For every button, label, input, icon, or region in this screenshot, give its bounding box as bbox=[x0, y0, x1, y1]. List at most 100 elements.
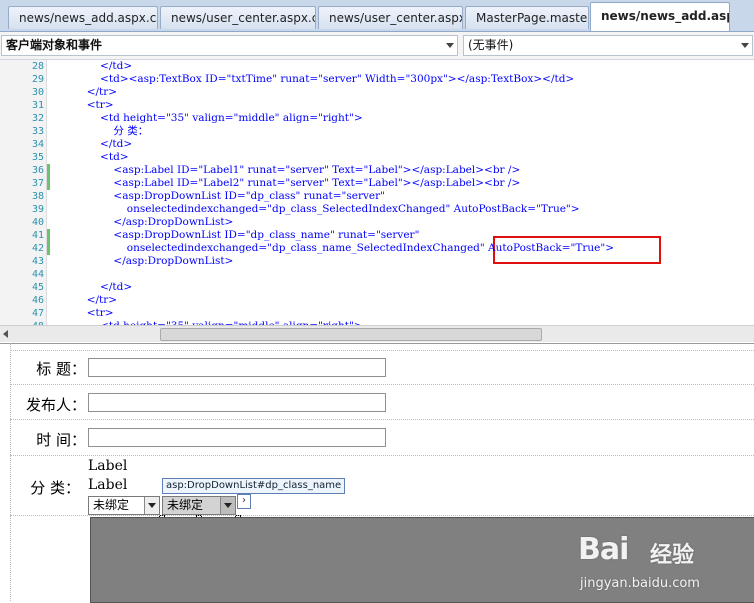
code-line[interactable]: 28 </td> bbox=[0, 60, 754, 73]
change-marker bbox=[47, 177, 50, 190]
baidu-logo-suffix: 经验 bbox=[650, 543, 695, 568]
navigation-bar: 客户端对象和事件 (无事件) bbox=[0, 32, 754, 60]
row-divider bbox=[10, 419, 754, 420]
code-text: <td><asp:TextBox ID="txtTime" runat="ser… bbox=[60, 73, 575, 85]
code-line[interactable]: 30 </tr> bbox=[0, 86, 754, 99]
code-line[interactable]: 37 <asp:Label ID="Label2" runat="server"… bbox=[0, 177, 754, 190]
code-editor[interactable]: 28 </td> 29 <td><asp:TextBox ID="txtTime"… bbox=[0, 60, 754, 325]
line-number: 42 bbox=[31, 243, 44, 254]
line-number: 31 bbox=[31, 100, 44, 111]
title-input[interactable] bbox=[88, 358, 386, 377]
time-input[interactable] bbox=[88, 428, 386, 447]
scrollbar-thumb[interactable] bbox=[160, 328, 542, 341]
line-number: 33 bbox=[31, 126, 44, 137]
code-line[interactable]: 41 <asp:DropDownList ID="dp_class_name" … bbox=[0, 229, 754, 242]
code-text: </td> bbox=[60, 138, 133, 150]
code-text: <asp:Label ID="Label2" runat="server" Te… bbox=[60, 177, 521, 189]
row-divider bbox=[10, 384, 754, 385]
category-label: 分 类： bbox=[30, 479, 80, 497]
code-line[interactable]: 29 <td><asp:TextBox ID="txtTime" runat="… bbox=[0, 73, 754, 86]
code-text: <td height="35" valign="middle" align="r… bbox=[60, 112, 363, 124]
code-line[interactable]: 47 <tr> bbox=[0, 307, 754, 320]
dp-class-name-dropdown[interactable]: 未绑定 bbox=[162, 496, 236, 515]
line-number: 34 bbox=[31, 139, 44, 150]
row-divider bbox=[10, 515, 754, 516]
client-objects-value: 客户端对象和事件 bbox=[6, 38, 103, 52]
code-line[interactable]: 34 </td> bbox=[0, 138, 754, 151]
line-number: 30 bbox=[31, 87, 44, 98]
publisher-input[interactable] bbox=[88, 393, 386, 412]
time-label: 时 间： bbox=[36, 431, 86, 449]
chevron-down-icon[interactable] bbox=[144, 497, 159, 514]
line-number: 36 bbox=[31, 165, 44, 176]
code-text: </td> bbox=[60, 281, 133, 293]
label2-control[interactable]: Label bbox=[88, 477, 127, 493]
line-number: 41 bbox=[31, 230, 44, 241]
dp-class-dropdown[interactable]: 未绑定 bbox=[88, 496, 160, 515]
code-text: </td> bbox=[60, 60, 133, 72]
tab-news-add-aspx[interactable]: news/news_add.aspx bbox=[590, 2, 730, 31]
chevron-down-icon[interactable] bbox=[220, 497, 235, 514]
code-line[interactable]: 31 <tr> bbox=[0, 99, 754, 112]
code-line[interactable]: 42 onselectedindexchanged="dp_class_name… bbox=[0, 242, 754, 255]
code-line[interactable]: 32 <td height="35" valign="middle" align… bbox=[0, 112, 754, 125]
line-number: 40 bbox=[31, 217, 44, 228]
code-text: 分 类： bbox=[60, 125, 149, 137]
code-text: <tr> bbox=[60, 307, 114, 319]
table-border bbox=[10, 343, 11, 601]
dp-class-value: 未绑定 bbox=[93, 498, 130, 512]
baidu-watermark: Bai 经验 jingyan.baidu.com bbox=[578, 532, 748, 598]
code-text: onselectedindexchanged="dp_class_name_Se… bbox=[60, 242, 614, 254]
code-line[interactable]: 36 <asp:Label ID="Label1" runat="server"… bbox=[0, 164, 754, 177]
tab-user-center-cs[interactable]: news/user_center.aspx.cs bbox=[160, 6, 316, 29]
chevron-down-icon bbox=[446, 43, 454, 48]
code-text: <asp:DropDownList ID="dp_class_name" run… bbox=[60, 229, 420, 241]
line-number: 45 bbox=[31, 282, 44, 293]
code-text: </tr> bbox=[60, 294, 118, 306]
change-marker bbox=[47, 242, 50, 255]
scroll-left-icon[interactable] bbox=[3, 330, 8, 338]
code-line[interactable]: 43 </asp:DropDownList> bbox=[0, 255, 754, 268]
tab-user-center-aspx[interactable]: news/user_center.aspx bbox=[318, 6, 463, 29]
line-number: 37 bbox=[31, 178, 44, 189]
code-text: </asp:DropDownList> bbox=[60, 255, 234, 267]
code-line[interactable]: 39 onselectedindexchanged="dp_class_Sele… bbox=[0, 203, 754, 216]
code-text: onselectedindexchanged="dp_class_Selecte… bbox=[60, 203, 580, 215]
change-marker bbox=[47, 229, 50, 242]
smart-tag-button[interactable]: › bbox=[237, 494, 251, 509]
title-label: 标 题： bbox=[36, 360, 86, 378]
tab-masterpage[interactable]: MasterPage.master bbox=[465, 6, 589, 29]
chevron-down-icon bbox=[741, 43, 749, 48]
tab-news-add-cs[interactable]: news/news_add.aspx.cs bbox=[8, 6, 158, 29]
control-tag: asp:DropDownList#dp_class_name bbox=[162, 478, 346, 494]
code-line[interactable]: 45 </td> bbox=[0, 281, 754, 294]
code-line[interactable]: 44 bbox=[0, 268, 754, 281]
line-number: 32 bbox=[31, 113, 44, 124]
line-number: 46 bbox=[31, 295, 44, 306]
code-line[interactable]: 38 <asp:DropDownList ID="dp_class" runat… bbox=[0, 190, 754, 203]
code-line[interactable]: 35 <td> bbox=[0, 151, 754, 164]
document-tab-bar: news/news_add.aspx.cs news/user_center.a… bbox=[0, 0, 754, 32]
line-number: 28 bbox=[31, 61, 44, 72]
label1-control[interactable]: Label bbox=[88, 458, 127, 474]
row-divider bbox=[10, 350, 754, 351]
watermark-url: jingyan.baidu.com bbox=[580, 576, 700, 591]
events-dropdown[interactable]: (无事件) bbox=[463, 35, 753, 56]
horizontal-scrollbar[interactable] bbox=[0, 325, 754, 342]
line-number: 44 bbox=[31, 269, 44, 280]
row-divider bbox=[10, 455, 754, 456]
publisher-label: 发布人： bbox=[25, 396, 86, 414]
line-number: 39 bbox=[31, 204, 44, 215]
line-number: 43 bbox=[31, 256, 44, 267]
code-text: <asp:Label ID="Label1" runat="server" Te… bbox=[60, 164, 521, 176]
client-objects-dropdown[interactable]: 客户端对象和事件 bbox=[1, 35, 458, 56]
code-line[interactable]: 46 </tr> bbox=[0, 294, 754, 307]
code-text: <asp:DropDownList ID="dp_class" runat="s… bbox=[60, 190, 385, 202]
code-line[interactable]: 33 分 类： bbox=[0, 125, 754, 138]
line-number: 47 bbox=[31, 308, 44, 319]
change-marker bbox=[47, 164, 50, 177]
line-number: 29 bbox=[31, 74, 44, 85]
line-number: 38 bbox=[31, 191, 44, 202]
code-line[interactable]: 40 </asp:DropDownList> bbox=[0, 216, 754, 229]
dp-class-name-value: 未绑定 bbox=[167, 498, 204, 512]
